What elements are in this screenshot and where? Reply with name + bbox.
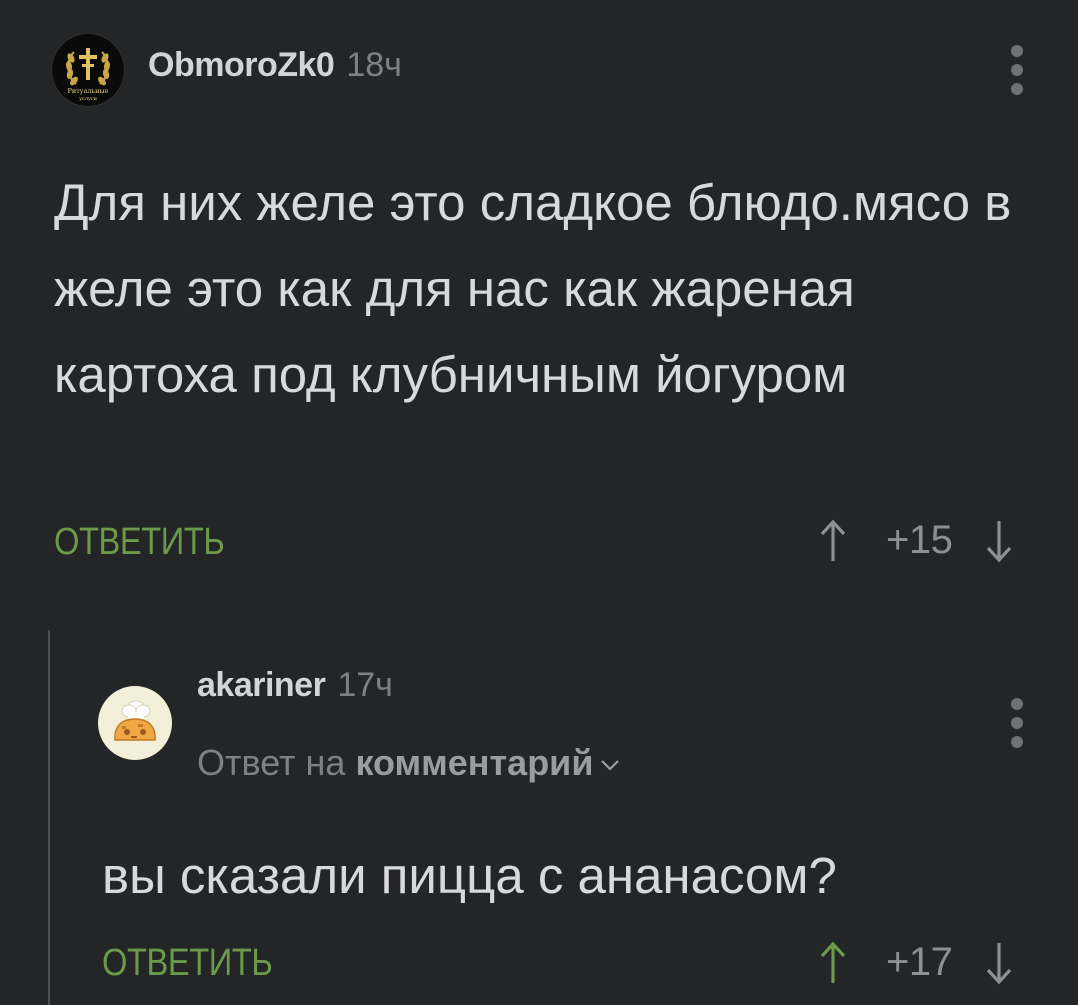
bread-chef-icon <box>114 700 156 741</box>
comment-author[interactable]: akariner 17ч <box>197 666 393 705</box>
reply-button[interactable]: ОТВЕТИТЬ <box>102 942 273 985</box>
downvote-arrow-icon[interactable] <box>984 941 1014 985</box>
comment-author[interactable]: ObmoroZk0 18ч <box>148 46 402 85</box>
vote-controls: +15 <box>818 518 1014 563</box>
ritual-services-logo: Ритуальные услуги <box>65 48 111 102</box>
svg-text:услуги: услуги <box>79 96 97 102</box>
reply-to-link[interactable]: Ответ на комментарий <box>197 742 621 784</box>
more-vertical-icon[interactable] <box>1010 698 1024 748</box>
reply-to-target[interactable]: комментарий <box>355 742 593 783</box>
chevron-down-icon[interactable] <box>599 758 621 772</box>
comment-time: 18ч <box>346 46 402 84</box>
comment-text: вы сказали пицца с ананасом? <box>102 847 837 904</box>
avatar[interactable] <box>98 686 172 760</box>
rating-score: +15 <box>886 518 953 562</box>
comment-time: 17ч <box>337 666 393 704</box>
avatar-logo-text: Ритуальные <box>67 87 108 95</box>
avatar[interactable]: Ритуальные услуги <box>52 34 124 106</box>
comment-text: Для них желе это сладкое блюдо.мясо в же… <box>54 174 1012 403</box>
username[interactable]: ObmoroZk0 <box>148 46 335 84</box>
downvote-arrow-icon[interactable] <box>984 519 1014 563</box>
upvote-arrow-icon[interactable] <box>818 941 848 985</box>
reply-to-prefix: Ответ на <box>197 742 346 783</box>
rating-score: +17 <box>886 940 953 984</box>
reply-button[interactable]: ОТВЕТИТЬ <box>54 521 225 564</box>
username[interactable]: akariner <box>197 666 326 704</box>
vote-controls: +17 <box>818 940 1014 985</box>
thread-line[interactable] <box>48 630 50 1005</box>
comments-screen: Ритуальные услуги ObmoroZk0 18ч Для них ж… <box>0 0 1078 1005</box>
upvote-arrow-icon[interactable] <box>818 519 848 563</box>
more-vertical-icon[interactable] <box>1010 45 1024 95</box>
